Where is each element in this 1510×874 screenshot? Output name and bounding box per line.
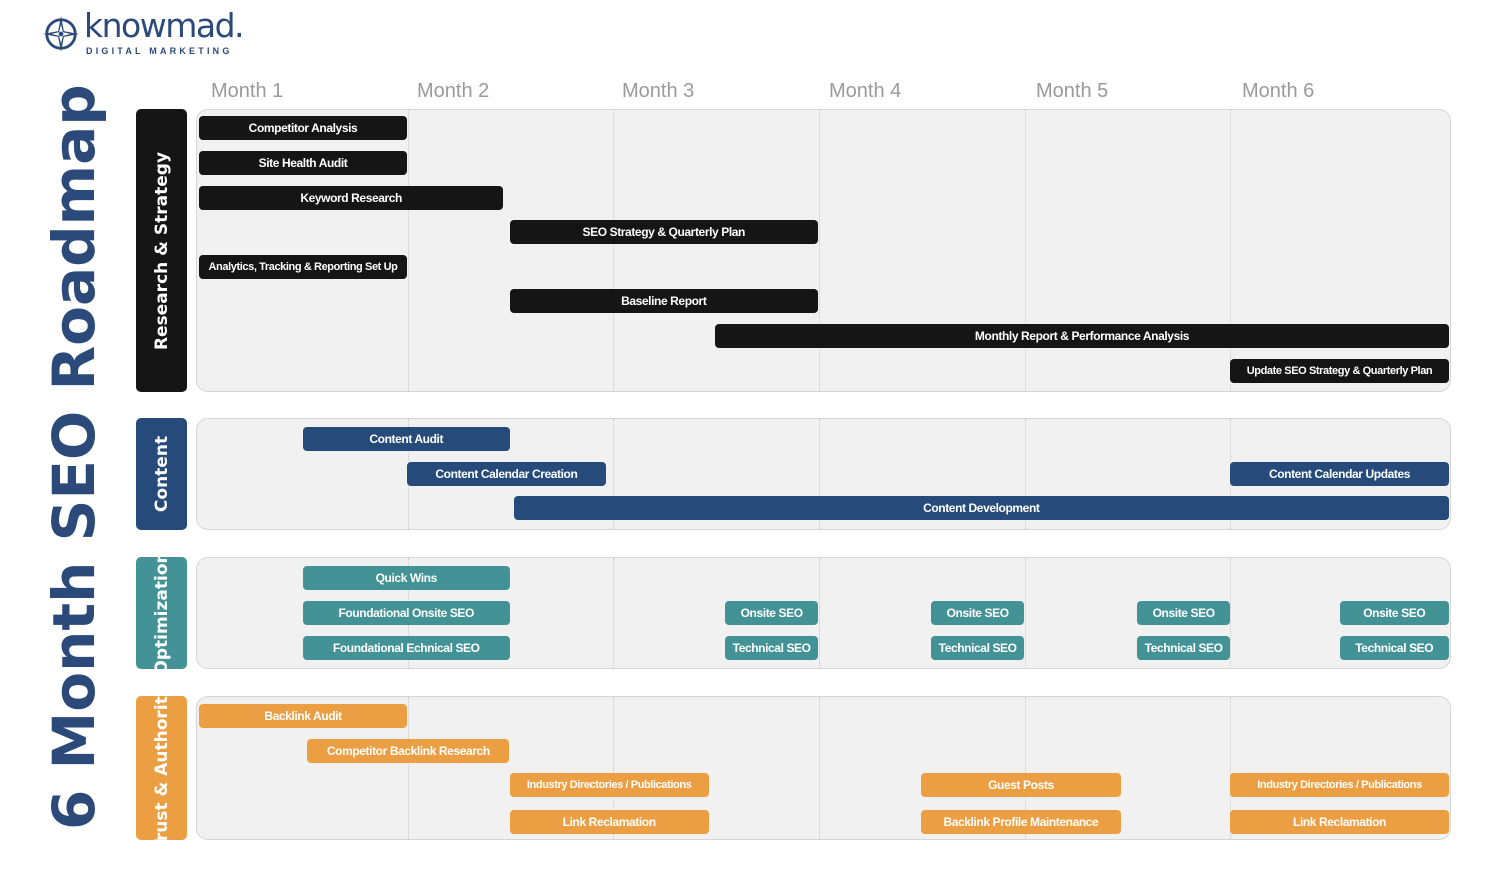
task-label: Technical SEO [938,641,1017,655]
task-label: SEO Strategy & Quarterly Plan [582,225,746,239]
section-tab-trust-authority: Trust & Authority [136,685,187,851]
task-label: Competitor Analysis [248,121,358,135]
brand-logo: knowmad. DIGITAL MARKETING [42,6,245,62]
task-label: Foundational Onsite SEO [338,606,475,620]
page-title: 6 Month SEO Roadmap [40,84,108,830]
task-bar: Baseline Report [509,289,818,313]
month-label: Month 1 [211,80,284,102]
task-label: Technical SEO [1144,641,1223,655]
section-label: Content [151,435,172,513]
task-label: Quick Wins [375,571,438,585]
month-divider [1025,110,1026,391]
task-bar: Onsite SEO [725,601,818,625]
month-divider [819,110,820,391]
month-label: Month 3 [622,80,695,102]
task-label: Content Calendar Creation [435,467,578,481]
task-bar: Competitor Analysis [199,116,407,140]
task-label: Backlink Profile Maintenance [943,815,1099,829]
task-bar: Analytics, Tracking & Reporting Set Up [199,255,407,279]
task-label: Onsite SEO [1363,606,1426,620]
task-label: Analytics, Tracking & Reporting Set Up [208,261,398,273]
task-bar: Keyword Research [199,186,504,210]
task-bar: Technical SEO [931,636,1024,660]
month-label: Month 2 [417,80,490,102]
month-divider [408,697,409,839]
month-divider [819,697,820,839]
task-bar: Technical SEO [1339,636,1449,660]
month-label: Month 5 [1036,80,1109,102]
brand-tagline: DIGITAL MARKETING [86,46,233,56]
task-label: Competitor Backlink Research [326,744,490,758]
task-label: Onsite SEO [740,606,803,620]
task-bar: Onsite SEO [1339,601,1449,625]
task-label: Backlink Audit [264,709,342,723]
task-bar: Foundational Onsite SEO [303,601,510,625]
section-label: Trust & Authority [151,685,172,851]
task-label: Monthly Report & Performance Analysis [974,329,1190,343]
task-bar: Industry Directories / Publications [509,773,709,797]
month-label: Month 4 [829,80,902,102]
task-bar: SEO Strategy & Quarterly Plan [509,220,818,244]
task-label: Content Calendar Updates [1268,467,1411,481]
task-bar: Update SEO Strategy & Quarterly Plan [1230,359,1449,383]
task-label: Foundational Echnical SEO [332,641,480,655]
task-label: Onsite SEO [1152,606,1215,620]
section-label: Optimization [151,551,172,675]
month-label: Month 6 [1242,80,1315,102]
task-label: Link Reclamation [562,815,656,829]
task-bar: Content Calendar Creation [407,462,606,486]
task-bar: Backlink Profile Maintenance [921,810,1121,834]
task-label: Content Audit [369,432,444,446]
task-bar: Quick Wins [303,566,510,590]
task-label: Technical SEO [1355,641,1434,655]
section-label: Research & Strategy [151,151,172,350]
task-bar: Site Health Audit [199,151,407,175]
task-bar: Foundational Echnical SEO [303,636,510,660]
task-bar: Onsite SEO [931,601,1024,625]
task-bar: Monthly Report & Performance Analysis [715,324,1449,348]
task-label: Content Development [923,501,1040,515]
month-divider [819,558,820,668]
task-bar: Competitor Backlink Research [307,739,510,763]
task-label: Update SEO Strategy & Quarterly Plan [1246,365,1433,377]
task-label: Technical SEO [732,641,811,655]
task-bar: Backlink Audit [199,704,407,728]
task-label: Link Reclamation [1293,815,1386,829]
task-label: Onsite SEO [946,606,1009,620]
task-label: Site Health Audit [258,156,348,170]
month-divider [1025,558,1026,668]
task-bar: Technical SEO [725,636,818,660]
task-label: Guest Posts [988,778,1054,792]
task-bar: Industry Directories / Publications [1230,773,1449,797]
month-divider [613,558,614,668]
task-bar: Technical SEO [1137,636,1230,660]
month-divider [408,110,409,391]
task-bar: Content Calendar Updates [1230,462,1449,486]
section-tab-research-strategy: Research & Strategy [136,109,187,392]
month-divider [1230,110,1231,391]
task-bar: Onsite SEO [1137,601,1230,625]
compass-icon [42,15,80,53]
task-label: Keyword Research [300,191,402,205]
task-bar: Guest Posts [921,773,1121,797]
task-label: Industry Directories / Publications [526,779,692,791]
section-tab-optimization: Optimization [136,551,187,675]
task-label: Baseline Report [621,294,707,308]
task-bar: Content Audit [303,427,510,451]
task-bar: Content Development [513,496,1449,520]
task-bar: Link Reclamation [1230,810,1449,834]
section-tab-content: Content [136,418,187,530]
month-divider [613,110,614,391]
brand-name: knowmad. [84,6,245,45]
task-bar: Link Reclamation [509,810,709,834]
month-divider [1230,558,1231,668]
task-label: Industry Directories / Publications [1257,779,1422,791]
